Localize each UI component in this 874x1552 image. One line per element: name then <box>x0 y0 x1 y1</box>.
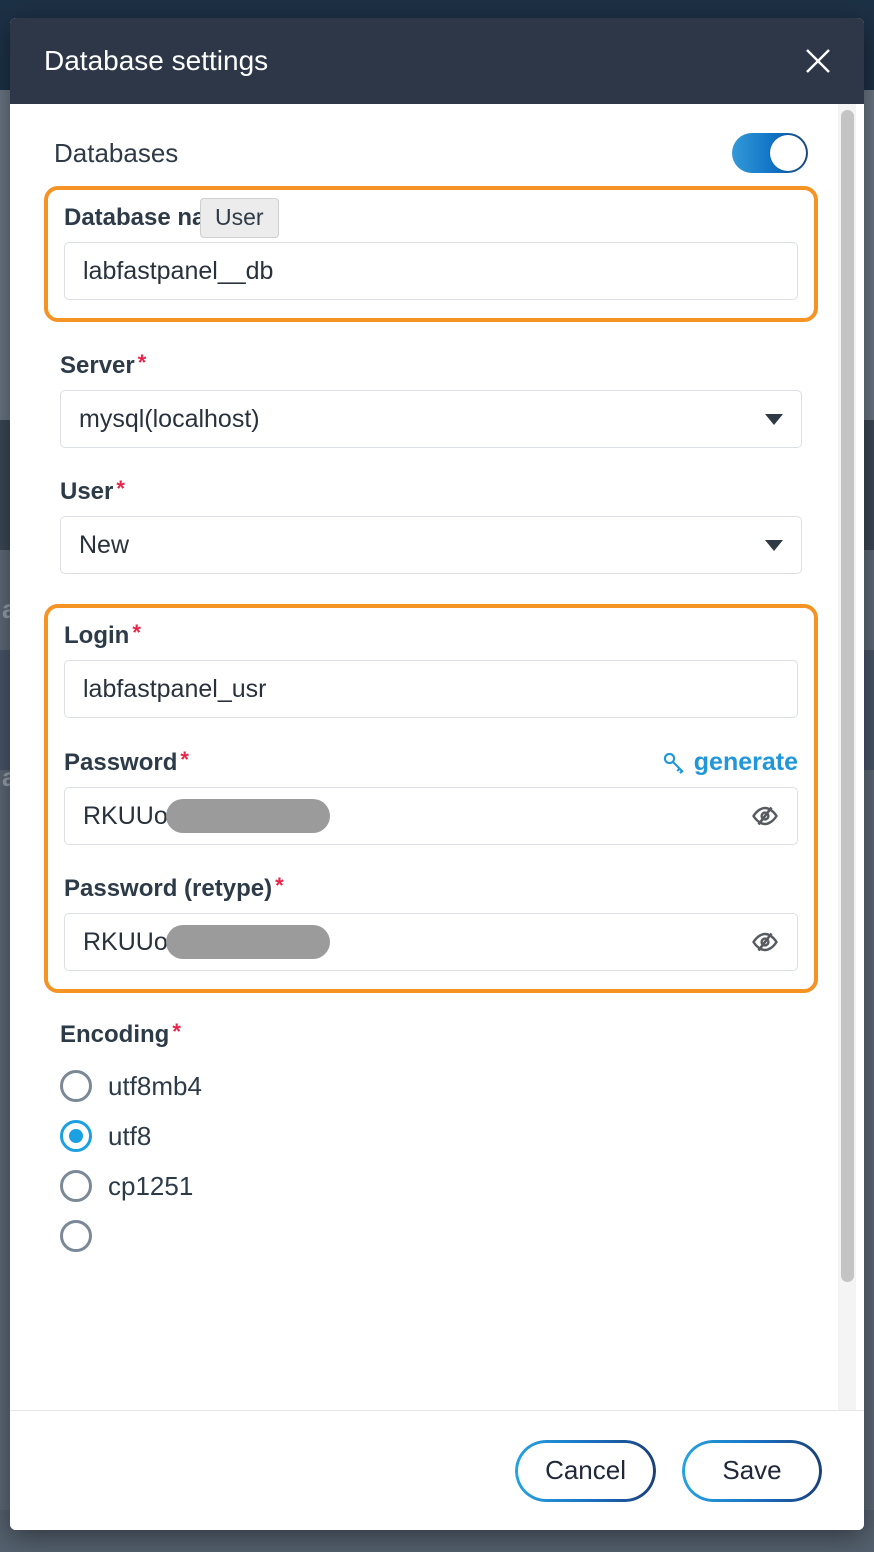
dialog-title: Database settings <box>44 45 269 76</box>
required-asterisk: * <box>180 746 189 772</box>
user-label-text: User <box>60 478 114 505</box>
login-value: labfastpanel_usr <box>83 674 267 703</box>
password-retype-mask-overlay <box>165 925 330 959</box>
server-label: Server * <box>60 352 802 380</box>
cancel-button[interactable]: Cancel <box>515 1439 656 1502</box>
databases-label: Databases <box>54 137 179 168</box>
user-label: User * <box>60 478 802 506</box>
dialog-scrollbar[interactable] <box>838 104 856 1410</box>
encoding-radio-group: utf8mb4 utf8 cp1251 <box>60 1061 802 1261</box>
dialog-body-scroll: Databases User Database name * labfastpa… <box>10 104 864 1410</box>
password-retype-label: Password (retype) * <box>64 875 798 903</box>
save-button-label: Save <box>722 1455 782 1485</box>
field-password-retype: Password (retype) * RKUUo <box>64 875 798 971</box>
tooltip-user: User <box>200 198 279 238</box>
encoding-option-utf8mb4[interactable]: utf8mb4 <box>60 1061 802 1111</box>
group-server-user: Server * mysql(localhost) User * New <box>44 352 818 574</box>
radio-icon <box>60 1070 92 1102</box>
required-asterisk: * <box>132 620 141 645</box>
radio-icon <box>60 1170 92 1202</box>
login-label-text: Login <box>64 622 130 649</box>
key-icon <box>662 751 686 775</box>
required-asterisk: * <box>116 476 125 501</box>
database-settings-dialog: Database settings Databases User Databas… <box>10 18 864 1530</box>
group-encoding: Encoding * utf8mb4 utf8 cp1251 <box>44 1021 818 1261</box>
highlight-group-credentials: Login * labfastpanel_usr Password * gene… <box>44 604 818 993</box>
login-label: Login * <box>64 622 798 650</box>
encoding-label-text: Encoding <box>60 1021 170 1048</box>
eye-slash-icon[interactable] <box>747 924 783 960</box>
password-label-row: Password * generate <box>64 748 798 777</box>
generate-label: generate <box>693 748 798 776</box>
field-user: User * New <box>60 478 802 574</box>
dialog-titlebar: Database settings <box>10 18 864 104</box>
encoding-option-cp1251[interactable]: cp1251 <box>60 1161 802 1211</box>
encoding-option-partial[interactable] <box>60 1211 802 1261</box>
field-login: Login * labfastpanel_usr <box>64 622 798 718</box>
chevron-down-icon <box>765 413 783 425</box>
databases-toggle-row: Databases <box>44 130 818 176</box>
user-select[interactable]: New <box>60 516 802 574</box>
field-database-name: User Database name * labfastpanel__db <box>64 198 798 300</box>
password-mask-overlay <box>165 799 330 833</box>
required-asterisk: * <box>172 1019 181 1044</box>
highlight-group-database-name: User Database name * labfastpanel__db <box>44 186 818 322</box>
field-password: Password * generate RKUUo <box>64 748 798 845</box>
cancel-button-label: Cancel <box>545 1455 626 1485</box>
close-icon[interactable] <box>796 39 840 83</box>
encoding-option-label: utf8mb4 <box>108 1070 202 1101</box>
password-value: RKUUo <box>83 801 168 830</box>
password-retype-value: RKUUo <box>83 927 168 956</box>
server-select[interactable]: mysql(localhost) <box>60 390 802 448</box>
required-asterisk: * <box>275 873 284 898</box>
required-asterisk: * <box>137 350 147 375</box>
server-label-text: Server <box>60 352 135 379</box>
encoding-option-label: cp1251 <box>108 1170 194 1201</box>
login-input[interactable]: labfastpanel_usr <box>64 660 798 718</box>
chevron-down-icon <box>765 539 783 551</box>
encoding-option-label: utf8 <box>108 1120 152 1151</box>
password-retype-input[interactable]: RKUUo <box>64 913 798 971</box>
database-name-label: Database name * <box>64 204 798 232</box>
dialog-footer: Cancel Save <box>10 1410 864 1530</box>
password-label: Password * <box>64 746 189 777</box>
scrollbar-thumb[interactable] <box>841 110 854 1282</box>
database-name-input[interactable]: labfastpanel__db <box>64 242 798 300</box>
radio-icon <box>60 1220 92 1252</box>
save-button[interactable]: Save <box>682 1439 822 1502</box>
toggle-knob <box>770 135 806 171</box>
generate-password-button[interactable]: generate <box>662 748 798 777</box>
radio-icon-selected <box>60 1120 92 1152</box>
server-value: mysql(localhost) <box>79 404 260 433</box>
eye-slash-icon[interactable] <box>747 798 783 834</box>
encoding-option-utf8[interactable]: utf8 <box>60 1111 802 1161</box>
database-name-value: labfastpanel__db <box>83 256 274 285</box>
user-value: New <box>79 530 130 559</box>
password-label-text: Password <box>64 748 178 776</box>
dialog-body: Databases User Database name * labfastpa… <box>10 104 864 1410</box>
password-input[interactable]: RKUUo <box>64 787 798 845</box>
databases-toggle[interactable] <box>732 133 808 173</box>
encoding-label: Encoding * <box>60 1021 802 1049</box>
field-server: Server * mysql(localhost) <box>60 352 802 448</box>
password-retype-label-text: Password (retype) <box>64 875 273 902</box>
